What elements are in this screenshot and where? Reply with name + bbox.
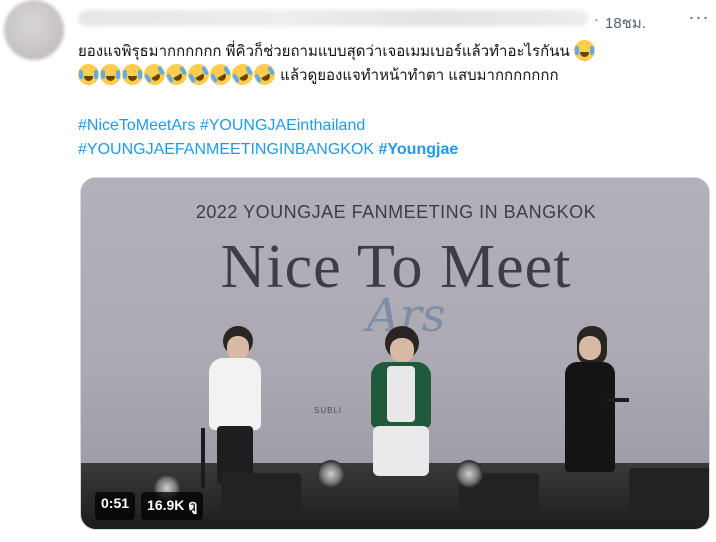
tweet-text-line-2: แล้วดูยองแจทำหน้าทำตา แสบมากกกกกกก bbox=[78, 60, 698, 89]
rolling-on-floor-laughing-icon bbox=[162, 60, 191, 89]
hashtag-youngjae[interactable]: #Youngjae bbox=[379, 141, 459, 158]
hashtag-nicetomeetars[interactable]: #NiceToMeetArs bbox=[78, 117, 195, 134]
tweet-text-line-1-text: ยองแจพิรุธมากกกกกก พี่คิวก็ช่วยถามแบบสุด… bbox=[78, 43, 570, 60]
hashtag-block: #NiceToMeetArs #YOUNGJAEinthailand #YOUN… bbox=[78, 114, 458, 162]
avatar[interactable] bbox=[4, 0, 64, 60]
rolling-on-floor-laughing-icon bbox=[250, 60, 279, 89]
video-overlay: 0:51 16.9K ดู bbox=[95, 492, 204, 520]
video-view-count: 16.9K ดู bbox=[141, 492, 204, 520]
person-center bbox=[363, 326, 439, 486]
hashtag-youngjaeinthailand[interactable]: #YOUNGJAEinthailand bbox=[200, 117, 365, 134]
stage-monitor-left bbox=[221, 473, 301, 513]
separator-dot: · bbox=[594, 11, 599, 27]
tweet-text-line-1: ยองแจพิรุธมากกกกกก พี่คิวก็ช่วยถามแบบสุด… bbox=[78, 40, 698, 64]
tweet-timestamp[interactable]: 18ชม. bbox=[605, 11, 646, 35]
face-with-tears-of-joy-icon bbox=[573, 40, 595, 61]
author-name-redacted bbox=[78, 10, 588, 26]
tweet-text: ยองแจพิรุธมากกกกกก พี่คิวก็ช่วยถามแบบสุด… bbox=[78, 40, 698, 89]
screen-title: 2022 YOUNGJAE FANMEETING IN BANGKOK bbox=[195, 202, 597, 222]
face-with-tears-of-joy-icon bbox=[78, 64, 99, 85]
rolling-on-floor-laughing-icon bbox=[228, 60, 257, 89]
stage-light bbox=[455, 460, 483, 488]
person-right bbox=[559, 326, 623, 486]
rolling-on-floor-laughing-icon bbox=[184, 60, 213, 89]
stool-left bbox=[201, 428, 205, 488]
tweet-text-line-2-text: แล้วดูยองแจทำหน้าทำตา แสบมากกกกกกก bbox=[280, 67, 559, 84]
rolling-on-floor-laughing-icon bbox=[206, 60, 235, 89]
face-with-tears-of-joy-icon bbox=[122, 64, 143, 85]
video-duration: 0:51 bbox=[95, 492, 136, 520]
video-player[interactable]: 2022 YOUNGJAE FANMEETING IN BANGKOK Nice… bbox=[80, 177, 710, 530]
more-options-icon[interactable]: ··· bbox=[683, 4, 715, 30]
hashtag-youngjaefanmeeting[interactable]: #YOUNGJAEFANMEETINGINBANGKOK bbox=[78, 141, 374, 158]
person-left bbox=[199, 326, 269, 486]
screen-sublogo: SUBLI bbox=[314, 406, 343, 415]
stool-right bbox=[605, 398, 629, 402]
stage-light bbox=[317, 460, 345, 488]
stage-monitor-far-right bbox=[629, 468, 709, 512]
rolling-on-floor-laughing-icon bbox=[140, 60, 169, 89]
face-with-tears-of-joy-icon bbox=[100, 64, 121, 85]
